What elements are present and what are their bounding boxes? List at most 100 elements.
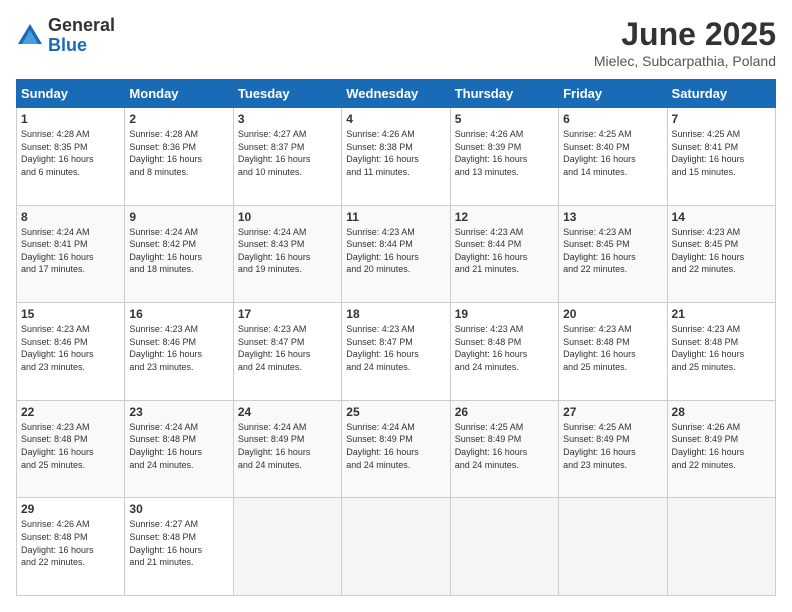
header: General Blue June 2025 Mielec, Subcarpat…: [16, 16, 776, 69]
day-number: 24: [238, 405, 337, 419]
day-info: Sunrise: 4:27 AMSunset: 8:48 PMDaylight:…: [129, 518, 228, 568]
calendar-cell: 30 Sunrise: 4:27 AMSunset: 8:48 PMDayligh…: [125, 498, 233, 596]
calendar-cell: [233, 498, 341, 596]
day-info: Sunrise: 4:23 AMSunset: 8:45 PMDaylight:…: [563, 226, 662, 276]
calendar-cell: 28Sunrise: 4:26 AMSunset: 8:49 PMDayligh…: [667, 400, 775, 498]
calendar-cell: 3Sunrise: 4:27 AMSunset: 8:37 PMDaylight…: [233, 108, 341, 206]
calendar-body: 1 Sunrise: 4:28 AMSunset: 8:35 PMDaylight…: [17, 108, 776, 596]
day-number: 17: [238, 307, 337, 321]
calendar-cell: 7Sunrise: 4:25 AMSunset: 8:41 PMDaylight…: [667, 108, 775, 206]
day-info: Sunrise: 4:26 AMSunset: 8:39 PMDaylight:…: [455, 128, 554, 178]
calendar-cell: 10Sunrise: 4:24 AMSunset: 8:43 PMDayligh…: [233, 205, 341, 303]
calendar-cell: [450, 498, 558, 596]
calendar-header: Sunday Monday Tuesday Wednesday Thursday…: [17, 80, 776, 108]
day-info: Sunrise: 4:25 AMSunset: 8:49 PMDaylight:…: [455, 421, 554, 471]
calendar-cell: 16Sunrise: 4:23 AMSunset: 8:46 PMDayligh…: [125, 303, 233, 401]
calendar-cell: 1 Sunrise: 4:28 AMSunset: 8:35 PMDaylight…: [17, 108, 125, 206]
col-tuesday: Tuesday: [233, 80, 341, 108]
calendar-cell: 15 Sunrise: 4:23 AMSunset: 8:46 PMDayligh…: [17, 303, 125, 401]
day-info: Sunrise: 4:23 AMSunset: 8:48 PMDaylight:…: [672, 323, 771, 373]
calendar-cell: 8 Sunrise: 4:24 AMSunset: 8:41 PMDaylight…: [17, 205, 125, 303]
page: General Blue June 2025 Mielec, Subcarpat…: [0, 0, 792, 612]
calendar-week-2: 8 Sunrise: 4:24 AMSunset: 8:41 PMDaylight…: [17, 205, 776, 303]
col-sunday: Sunday: [17, 80, 125, 108]
calendar-cell: 27Sunrise: 4:25 AMSunset: 8:49 PMDayligh…: [559, 400, 667, 498]
day-number: 29: [21, 502, 120, 516]
day-info: Sunrise: 4:23 AMSunset: 8:48 PMDaylight:…: [563, 323, 662, 373]
day-number: 11: [346, 210, 445, 224]
logo-text: General Blue: [48, 16, 115, 56]
calendar-cell: 5 Sunrise: 4:26 AMSunset: 8:39 PMDaylight…: [450, 108, 558, 206]
calendar-cell: 13 Sunrise: 4:23 AMSunset: 8:45 PMDayligh…: [559, 205, 667, 303]
day-number: 15: [21, 307, 120, 321]
subtitle: Mielec, Subcarpathia, Poland: [594, 53, 776, 69]
day-info: Sunrise: 4:26 AMSunset: 8:38 PMDaylight:…: [346, 128, 445, 178]
day-number: 23: [129, 405, 228, 419]
calendar-cell: 18 Sunrise: 4:23 AMSunset: 8:47 PMDayligh…: [342, 303, 450, 401]
calendar-cell: 29 Sunrise: 4:26 AMSunset: 8:48 PMDayligh…: [17, 498, 125, 596]
day-number: 22: [21, 405, 120, 419]
calendar-week-4: 22 Sunrise: 4:23 AMSunset: 8:48 PMDayligh…: [17, 400, 776, 498]
title-area: June 2025 Mielec, Subcarpathia, Poland: [594, 16, 776, 69]
day-info: Sunrise: 4:26 AMSunset: 8:48 PMDaylight:…: [21, 518, 120, 568]
day-number: 16: [129, 307, 228, 321]
day-number: 10: [238, 210, 337, 224]
calendar-cell: 20 Sunrise: 4:23 AMSunset: 8:48 PMDayligh…: [559, 303, 667, 401]
day-info: Sunrise: 4:28 AMSunset: 8:35 PMDaylight:…: [21, 128, 120, 178]
day-number: 14: [672, 210, 771, 224]
calendar-week-5: 29 Sunrise: 4:26 AMSunset: 8:48 PMDayligh…: [17, 498, 776, 596]
day-number: 13: [563, 210, 662, 224]
day-info: Sunrise: 4:24 AMSunset: 8:48 PMDaylight:…: [129, 421, 228, 471]
day-info: Sunrise: 4:25 AMSunset: 8:41 PMDaylight:…: [672, 128, 771, 178]
calendar-cell: [667, 498, 775, 596]
day-number: 2: [129, 112, 228, 126]
day-info: Sunrise: 4:25 AMSunset: 8:40 PMDaylight:…: [563, 128, 662, 178]
logo-icon: [16, 22, 44, 50]
day-info: Sunrise: 4:23 AMSunset: 8:46 PMDaylight:…: [21, 323, 120, 373]
day-number: 12: [455, 210, 554, 224]
calendar-cell: 17 Sunrise: 4:23 AMSunset: 8:47 PMDayligh…: [233, 303, 341, 401]
calendar-cell: 21 Sunrise: 4:23 AMSunset: 8:48 PMDayligh…: [667, 303, 775, 401]
day-info: Sunrise: 4:23 AMSunset: 8:47 PMDaylight:…: [346, 323, 445, 373]
month-title: June 2025: [594, 16, 776, 53]
day-number: 3: [238, 112, 337, 126]
day-info: Sunrise: 4:24 AMSunset: 8:49 PMDaylight:…: [238, 421, 337, 471]
calendar-cell: 25Sunrise: 4:24 AMSunset: 8:49 PMDayligh…: [342, 400, 450, 498]
logo-blue: Blue: [48, 36, 115, 56]
logo-general: General: [48, 16, 115, 36]
col-thursday: Thursday: [450, 80, 558, 108]
calendar-cell: 2 Sunrise: 4:28 AMSunset: 8:36 PMDaylight…: [125, 108, 233, 206]
day-number: 28: [672, 405, 771, 419]
day-info: Sunrise: 4:25 AMSunset: 8:49 PMDaylight:…: [563, 421, 662, 471]
calendar-cell: 14 Sunrise: 4:23 AMSunset: 8:45 PMDayligh…: [667, 205, 775, 303]
day-number: 20: [563, 307, 662, 321]
day-number: 21: [672, 307, 771, 321]
calendar-cell: 23 Sunrise: 4:24 AMSunset: 8:48 PMDayligh…: [125, 400, 233, 498]
day-number: 30: [129, 502, 228, 516]
day-number: 8: [21, 210, 120, 224]
calendar-cell: 4 Sunrise: 4:26 AMSunset: 8:38 PMDaylight…: [342, 108, 450, 206]
day-number: 26: [455, 405, 554, 419]
day-number: 25: [346, 405, 445, 419]
day-number: 18: [346, 307, 445, 321]
day-info: Sunrise: 4:23 AMSunset: 8:45 PMDaylight:…: [672, 226, 771, 276]
day-number: 1: [21, 112, 120, 126]
col-saturday: Saturday: [667, 80, 775, 108]
calendar-cell: 26 Sunrise: 4:25 AMSunset: 8:49 PMDayligh…: [450, 400, 558, 498]
day-info: Sunrise: 4:28 AMSunset: 8:36 PMDaylight:…: [129, 128, 228, 178]
day-number: 19: [455, 307, 554, 321]
day-number: 4: [346, 112, 445, 126]
calendar-table: Sunday Monday Tuesday Wednesday Thursday…: [16, 79, 776, 596]
calendar-cell: 22 Sunrise: 4:23 AMSunset: 8:48 PMDayligh…: [17, 400, 125, 498]
calendar-cell: [559, 498, 667, 596]
calendar-cell: 11 Sunrise: 4:23 AMSunset: 8:44 PMDayligh…: [342, 205, 450, 303]
day-number: 5: [455, 112, 554, 126]
calendar-cell: 9 Sunrise: 4:24 AMSunset: 8:42 PMDaylight…: [125, 205, 233, 303]
day-info: Sunrise: 4:24 AMSunset: 8:42 PMDaylight:…: [129, 226, 228, 276]
day-info: Sunrise: 4:23 AMSunset: 8:48 PMDaylight:…: [21, 421, 120, 471]
day-info: Sunrise: 4:23 AMSunset: 8:44 PMDaylight:…: [346, 226, 445, 276]
day-info: Sunrise: 4:24 AMSunset: 8:41 PMDaylight:…: [21, 226, 120, 276]
day-number: 9: [129, 210, 228, 224]
day-info: Sunrise: 4:23 AMSunset: 8:47 PMDaylight:…: [238, 323, 337, 373]
logo: General Blue: [16, 16, 115, 56]
